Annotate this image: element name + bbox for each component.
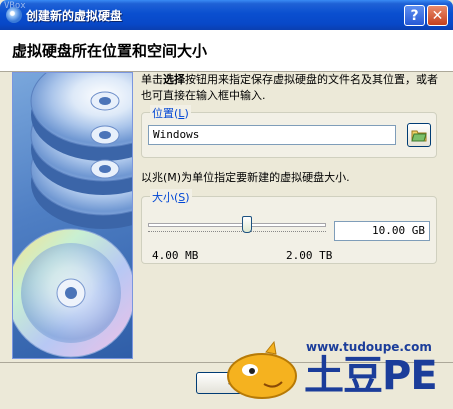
location-group: 位置(L) Windows: [141, 105, 437, 158]
close-button[interactable]: ✕: [427, 5, 448, 26]
browse-folder-button[interactable]: [407, 123, 431, 147]
logo-url: www.tudoupe.com: [306, 340, 432, 354]
slider-thumb[interactable]: [242, 216, 252, 233]
intro-text: 单击选择按钮用来指定保存虚拟硬盘的文件名及其位置，或者也可直接在输入框中输入.: [141, 72, 441, 104]
location-legend: 位置(L): [150, 105, 191, 121]
slider-track[interactable]: [148, 223, 326, 227]
intro-suffix: 按钮用来指定保存虚拟硬盘的文件名及其位置，或者也可直接在输入框中输入.: [141, 73, 438, 102]
location-legend-text: 位置: [152, 107, 174, 120]
potato-mascot-icon: [227, 340, 297, 399]
wizard-disc-art: [12, 72, 133, 359]
location-mnemonic: L: [178, 107, 185, 120]
size-mnemonic: S: [178, 191, 186, 204]
size-max-label: 2.00 TB: [286, 249, 333, 262]
size-slider[interactable]: [148, 215, 326, 237]
help-icon: ?: [410, 7, 419, 24]
intro-prefix: 单击: [141, 73, 163, 86]
size-min-label: 4.00 MB: [152, 249, 199, 262]
size-note: 以兆(M)为单位指定要新建的虚拟硬盘大小.: [141, 171, 350, 184]
app-icon: [6, 7, 22, 23]
help-button[interactable]: ?: [404, 5, 425, 26]
intro-bold: 选择: [163, 73, 185, 86]
title-bar: VBox 创建新的虚拟硬盘 ? ✕: [0, 0, 453, 30]
tudoupe-logo: www.tudoupe.com 土豆PE: [220, 340, 445, 402]
size-legend-text: 大小: [152, 191, 174, 204]
close-icon: ✕: [431, 7, 444, 24]
size-group: 大小(S) 10.00 GB 4.00 MB 2.00 TB: [141, 189, 437, 264]
wizard-header: 虚拟硬盘所在位置和空间大小: [0, 30, 453, 72]
size-input[interactable]: 10.00 GB: [334, 221, 430, 241]
disc-stack-icon: [13, 73, 132, 358]
window-title: 创建新的虚拟硬盘: [26, 9, 123, 23]
page-title: 虚拟硬盘所在位置和空间大小: [12, 42, 208, 60]
logo-brand: 土豆PE: [304, 353, 438, 399]
slider-ticks: [148, 231, 326, 235]
location-input[interactable]: Windows: [148, 125, 396, 145]
folder-icon: [411, 130, 427, 142]
size-legend: 大小(S): [150, 189, 192, 205]
